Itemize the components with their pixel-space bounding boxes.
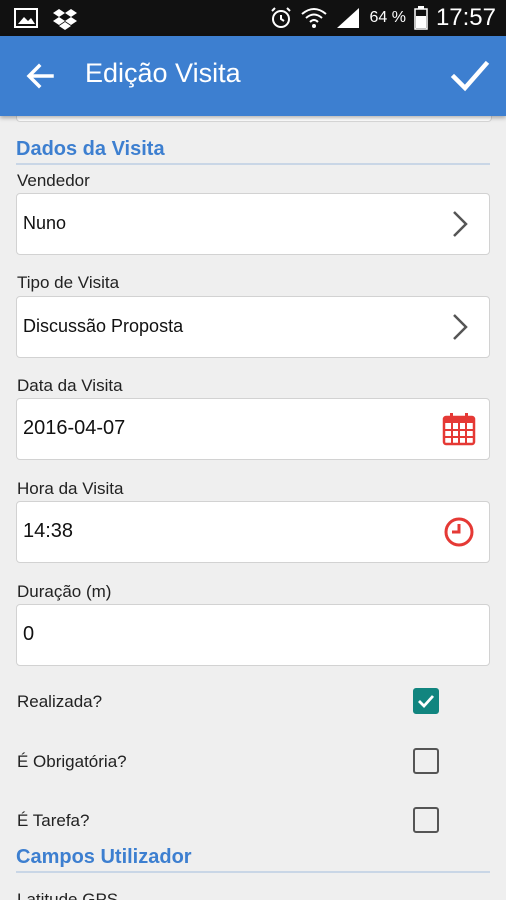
battery-percent: 64 %	[369, 9, 406, 26]
chevron-right-icon	[453, 314, 468, 340]
data-visita-field[interactable]: 2016-04-07	[16, 398, 490, 460]
tipo-visita-label: Tipo de Visita	[17, 273, 120, 292]
obrigatoria-checkbox[interactable]	[413, 748, 439, 774]
realizada-label: Realizada?	[17, 692, 103, 711]
latitude-gps-label: Latitude GPS	[17, 890, 119, 900]
data-visita-label: Data da Visita	[17, 376, 123, 395]
realizada-checkbox[interactable]	[413, 688, 439, 714]
calendar-icon[interactable]	[441, 411, 477, 447]
tipo-visita-field[interactable]: Discussão Proposta	[16, 296, 490, 358]
hora-visita-label: Hora da Visita	[17, 479, 124, 498]
form-content: Dados da Visita Vendedor Nuno Tipo de Vi…	[0, 116, 506, 900]
realizada-row[interactable]: Realizada?	[17, 688, 447, 718]
obrigatoria-row[interactable]: É Obrigatória?	[17, 748, 447, 778]
dropbox-icon	[53, 9, 77, 30]
vendedor-field[interactable]: Nuno	[16, 193, 490, 255]
clock-icon[interactable]	[441, 514, 477, 550]
section-campos-utilizador: Campos Utilizador	[16, 846, 490, 873]
app-bar: Edição Visita	[0, 36, 506, 116]
battery-icon	[414, 6, 428, 30]
duracao-value: 0	[23, 623, 35, 645]
checkmark-icon	[418, 695, 435, 709]
status-time: 17:57	[435, 4, 496, 31]
tipo-visita-value: Discussão Proposta	[23, 316, 184, 336]
hora-visita-field[interactable]: 14:38	[16, 501, 490, 563]
section-dados-visita: Dados da Visita	[16, 138, 490, 165]
tarefa-row[interactable]: É Tarefa?	[17, 807, 447, 837]
duracao-field[interactable]: 0	[16, 604, 490, 666]
vendedor-value: Nuno	[23, 213, 67, 233]
tarefa-checkbox[interactable]	[413, 807, 439, 833]
tarefa-label: É Tarefa?	[17, 811, 90, 830]
previous-field-card	[16, 116, 492, 122]
signal-icon	[337, 8, 360, 28]
obrigatoria-label: É Obrigatória?	[17, 752, 127, 771]
data-visita-value: 2016-04-07	[23, 417, 126, 439]
vendedor-label: Vendedor	[17, 171, 90, 190]
status-bar: 64 % 17:57	[0, 0, 506, 36]
hora-visita-value: 14:38	[23, 520, 74, 542]
save-check-icon[interactable]	[448, 54, 492, 98]
chevron-right-icon	[453, 211, 468, 237]
gallery-icon	[14, 8, 38, 28]
page-title: Edição Visita	[85, 58, 241, 88]
back-arrow-icon[interactable]	[22, 58, 58, 94]
wifi-icon	[301, 8, 328, 28]
alarm-icon	[271, 7, 292, 28]
duracao-label: Duração (m)	[17, 582, 112, 601]
